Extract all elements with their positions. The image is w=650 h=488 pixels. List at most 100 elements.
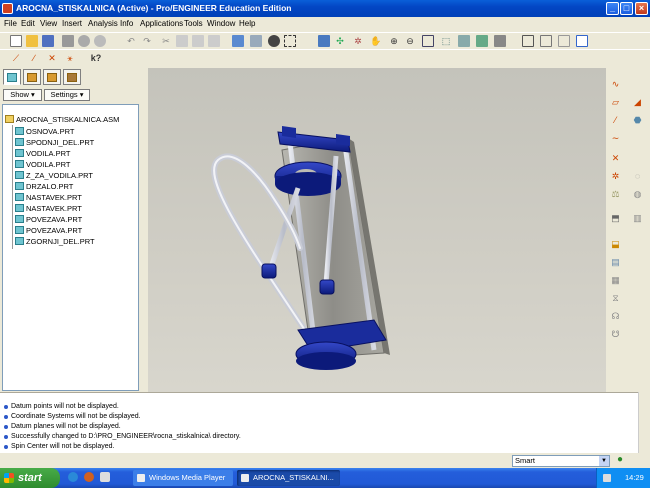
- menu-view[interactable]: View: [40, 19, 57, 28]
- datum-point-tool-icon[interactable]: ✕: [609, 152, 622, 165]
- start-button[interactable]: start: [0, 468, 60, 488]
- regenerate-icon[interactable]: [232, 35, 244, 47]
- tree-item[interactable]: POVEZAVA.PRT: [15, 214, 82, 225]
- pivot-joint-right: [319, 279, 335, 295]
- mirror-icon[interactable]: ⧖: [609, 292, 622, 305]
- tree-item[interactable]: SPODNJI_DEL.PRT: [15, 137, 94, 148]
- menu-file[interactable]: File: [4, 19, 17, 28]
- tree-item[interactable]: NASTAVEK.PRT: [15, 192, 82, 203]
- menu-insert[interactable]: Insert: [62, 19, 82, 28]
- tab-favorites[interactable]: [43, 69, 61, 85]
- graphics-viewport[interactable]: [148, 68, 606, 392]
- regen-manager-icon[interactable]: [250, 35, 262, 47]
- analysis-tool-icon[interactable]: ⚖: [609, 188, 622, 201]
- hidden-line-icon[interactable]: [540, 35, 552, 47]
- tray-network-icon[interactable]: [603, 474, 611, 482]
- tree-item-root[interactable]: AROCNA_STISKALNICA.ASM: [5, 114, 119, 125]
- tree-item[interactable]: DRZALO.PRT: [15, 181, 73, 192]
- menu-tools[interactable]: Tools: [184, 19, 203, 28]
- menu-edit[interactable]: Edit: [21, 19, 35, 28]
- datum-plane-tool-icon[interactable]: ▱: [609, 96, 622, 109]
- repaint-icon[interactable]: [318, 35, 330, 47]
- print-icon[interactable]: [62, 35, 74, 47]
- datum-plane-icon[interactable]: ⟋: [10, 52, 22, 64]
- media-icon[interactable]: [100, 472, 110, 482]
- tab-connections[interactable]: [63, 69, 81, 85]
- coordinate-system-icon[interactable]: ✲: [609, 170, 622, 183]
- open-folder-icon[interactable]: [26, 35, 38, 47]
- tree-item[interactable]: POVEZAVA.PRT: [15, 225, 82, 236]
- cut-icon[interactable]: ✂: [160, 35, 172, 47]
- menu-applications[interactable]: Applications: [140, 19, 183, 28]
- ie-icon[interactable]: [68, 472, 78, 482]
- tree-item[interactable]: NASTAVEK.PRT: [15, 203, 82, 214]
- context-help-icon[interactable]: k?: [90, 52, 102, 64]
- message-scrollbar[interactable]: [638, 392, 650, 453]
- saved-views-icon[interactable]: [458, 35, 470, 47]
- find-binoculars-icon[interactable]: [268, 35, 280, 47]
- task-windows-media-player[interactable]: Windows Media Player: [133, 470, 233, 486]
- zoom-out-icon[interactable]: ⊖: [404, 35, 416, 47]
- undo-icon[interactable]: ↶: [125, 35, 137, 47]
- tab-folder-browser[interactable]: [23, 69, 41, 85]
- datum-curve-tool-icon[interactable]: ∼: [609, 132, 622, 145]
- copy-icon[interactable]: [176, 35, 188, 47]
- fill-tool-icon[interactable]: ◢: [631, 96, 644, 109]
- datum-axis-tool-icon[interactable]: ⁄: [609, 114, 622, 127]
- view-manager-icon[interactable]: [494, 35, 506, 47]
- tree-item[interactable]: OSNOVA.PRT: [15, 126, 74, 137]
- cut-out-icon[interactable]: ☋: [609, 328, 622, 341]
- zoom-in-icon[interactable]: ⊕: [388, 35, 400, 47]
- menu-help[interactable]: Help: [239, 19, 255, 28]
- sketch-curve-icon[interactable]: ∿: [609, 78, 622, 91]
- orient-icon[interactable]: ✣: [334, 35, 346, 47]
- wireframe-icon[interactable]: [522, 35, 534, 47]
- merge-icon[interactable]: ☊: [609, 310, 622, 323]
- reorient-icon[interactable]: ⬚: [440, 35, 452, 47]
- tree-item[interactable]: Z_ZA_VODILA.PRT: [15, 170, 93, 181]
- menu-window[interactable]: Window: [207, 19, 235, 28]
- firefox-icon[interactable]: [84, 472, 94, 482]
- chevron-down-icon[interactable]: ▼: [599, 456, 609, 466]
- menu-info[interactable]: Info: [120, 19, 133, 28]
- new-file-icon[interactable]: [10, 35, 22, 47]
- save-icon[interactable]: [42, 35, 54, 47]
- blend-tool-icon[interactable]: ▥: [631, 212, 644, 225]
- datum-axis-icon[interactable]: ∕: [28, 52, 40, 64]
- maximize-button[interactable]: □: [620, 2, 633, 15]
- tab-model-tree[interactable]: [3, 69, 21, 85]
- shading-icon[interactable]: [576, 35, 588, 47]
- pan-hand-icon[interactable]: ✋: [370, 35, 382, 47]
- email-icon[interactable]: [78, 35, 90, 47]
- part-icon: [15, 226, 24, 234]
- tree-item[interactable]: VODILA.PRT: [15, 148, 70, 159]
- extrude-tool-icon[interactable]: ⬣: [631, 114, 644, 127]
- revolve-tool-icon[interactable]: ◌: [631, 170, 644, 183]
- explode-view-icon[interactable]: ▤: [609, 256, 622, 269]
- tree-item[interactable]: VODILA.PRT: [15, 159, 70, 170]
- layers-icon[interactable]: [476, 35, 488, 47]
- spin-center-icon[interactable]: ✲: [352, 35, 364, 47]
- create-component-icon[interactable]: ⬓: [609, 238, 622, 251]
- pattern-icon[interactable]: ▦: [609, 274, 622, 287]
- minimize-button[interactable]: _: [606, 2, 619, 15]
- datum-point-icon[interactable]: ✕: [46, 52, 58, 64]
- show-dropdown[interactable]: Show ▾: [3, 89, 42, 101]
- paste-special-icon[interactable]: [208, 35, 220, 47]
- settings-dropdown[interactable]: Settings ▾: [44, 89, 90, 101]
- send-icon[interactable]: [94, 35, 106, 47]
- tree-item[interactable]: ZGORNJI_DEL.PRT: [15, 236, 95, 247]
- close-button[interactable]: ×: [635, 2, 648, 15]
- redo-icon[interactable]: ↷: [141, 35, 153, 47]
- model-tree-scrollbar[interactable]: [140, 104, 147, 391]
- menu-analysis[interactable]: Analysis: [88, 19, 118, 28]
- datum-csys-icon[interactable]: ⚹: [64, 52, 76, 64]
- sweep-tool-icon[interactable]: ◍: [631, 188, 644, 201]
- task-proengineer[interactable]: AROCNA_STISKALNI...: [237, 470, 340, 486]
- select-box-icon[interactable]: [284, 35, 296, 47]
- no-hidden-icon[interactable]: [558, 35, 570, 47]
- component-place-icon[interactable]: ⬒: [609, 212, 622, 225]
- refit-icon[interactable]: [422, 35, 434, 47]
- selection-filter[interactable]: Smart ▼: [512, 455, 610, 467]
- paste-icon[interactable]: [192, 35, 204, 47]
